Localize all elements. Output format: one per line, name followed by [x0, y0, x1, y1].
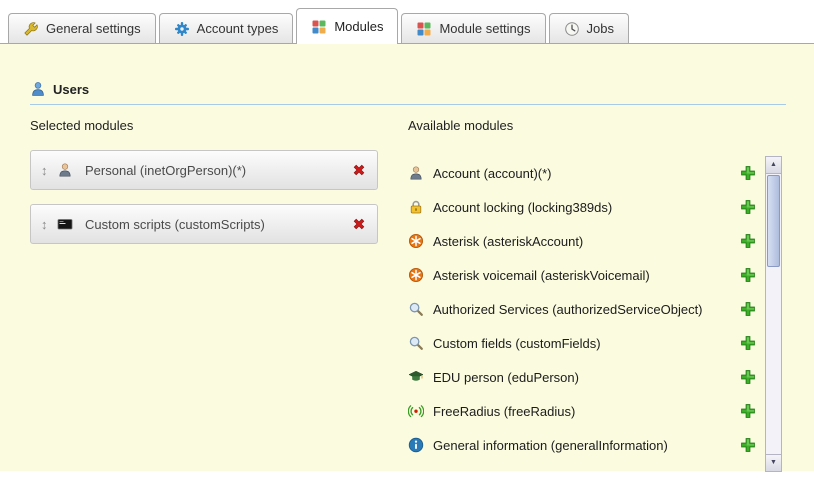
add-icon — [740, 165, 756, 181]
drag-handle-icon[interactable]: ↕ — [41, 217, 57, 232]
modules-config-page: General settings Account types Modules M… — [0, 0, 814, 478]
lock-icon — [408, 199, 424, 215]
wrench-icon — [23, 21, 39, 37]
remove-module-button[interactable] — [351, 216, 367, 232]
available-module-row: Account locking (locking389ds) — [408, 190, 756, 224]
module-settings-blocks-icon — [416, 21, 432, 37]
selected-modules-list: ↕ Personal (inetOrgPerson)(*) ↕ Custom s… — [30, 150, 378, 258]
add-icon — [740, 403, 756, 419]
add-module-button[interactable] — [740, 199, 756, 215]
available-module-row: Authorized Services (authorizedServiceOb… — [408, 292, 756, 326]
add-module-button[interactable] — [740, 165, 756, 181]
add-icon — [740, 233, 756, 249]
add-icon — [740, 369, 756, 385]
add-module-button[interactable] — [740, 369, 756, 385]
available-modules-list: Account (account)(*) Account locking (lo… — [408, 156, 756, 462]
add-icon — [740, 267, 756, 283]
clock-icon — [564, 21, 580, 37]
tab-bar: General settings Account types Modules M… — [8, 0, 629, 44]
delete-icon — [351, 216, 367, 232]
asterisk-icon — [408, 233, 424, 249]
add-module-button[interactable] — [740, 267, 756, 283]
available-module-row: General information (generalInformation) — [408, 428, 756, 462]
scroll-up-button[interactable]: ▲ — [766, 157, 781, 174]
section-title: Users — [53, 82, 89, 97]
remove-module-button[interactable] — [351, 162, 367, 178]
antenna-icon — [408, 403, 424, 419]
scroll-thumb[interactable] — [767, 175, 780, 267]
available-module-row: FreeRadius (freeRadius) — [408, 394, 756, 428]
add-module-button[interactable] — [740, 301, 756, 317]
add-module-button[interactable] — [740, 437, 756, 453]
asterisk-icon — [408, 267, 424, 283]
selected-module-row[interactable]: ↕ Personal (inetOrgPerson)(*) — [30, 150, 378, 190]
available-module-row: EDU person (eduPerson) — [408, 360, 756, 394]
add-module-button[interactable] — [740, 403, 756, 419]
terminal-icon — [57, 216, 73, 232]
available-module-row: Asterisk voicemail (asteriskVoicemail) — [408, 258, 756, 292]
selected-modules-heading: Selected modules — [30, 118, 133, 133]
add-module-button[interactable] — [740, 335, 756, 351]
person-icon — [57, 162, 73, 178]
add-icon — [740, 437, 756, 453]
selected-module-row[interactable]: ↕ Custom scripts (customScripts) — [30, 204, 378, 244]
delete-icon — [351, 162, 367, 178]
person-icon — [408, 165, 424, 181]
available-module-row: Account (account)(*) — [408, 156, 756, 190]
tab-general-settings[interactable]: General settings — [8, 13, 156, 43]
info-icon — [408, 437, 424, 453]
content-area: Users Selected modules Available modules… — [0, 43, 814, 471]
available-modules-heading: Available modules — [408, 118, 513, 133]
magnifier-icon — [408, 301, 424, 317]
add-icon — [740, 301, 756, 317]
add-icon — [740, 335, 756, 351]
scrollbar[interactable]: ▲ ▼ — [765, 156, 782, 472]
graduation-cap-icon — [408, 369, 424, 385]
tab-module-settings[interactable]: Module settings — [401, 13, 545, 43]
section-header: Users — [30, 81, 786, 105]
drag-handle-icon[interactable]: ↕ — [41, 163, 57, 178]
users-icon — [30, 81, 46, 97]
tab-modules[interactable]: Modules — [296, 8, 398, 44]
add-module-button[interactable] — [740, 233, 756, 249]
modules-blocks-icon — [311, 19, 327, 35]
tab-jobs[interactable]: Jobs — [549, 13, 629, 43]
available-module-row: Asterisk (asteriskAccount) — [408, 224, 756, 258]
scroll-down-button[interactable]: ▼ — [766, 454, 781, 471]
available-module-row: Custom fields (customFields) — [408, 326, 756, 360]
add-icon — [740, 199, 756, 215]
tab-account-types[interactable]: Account types — [159, 13, 294, 43]
gear-icon — [174, 21, 190, 37]
magnifier-icon — [408, 335, 424, 351]
